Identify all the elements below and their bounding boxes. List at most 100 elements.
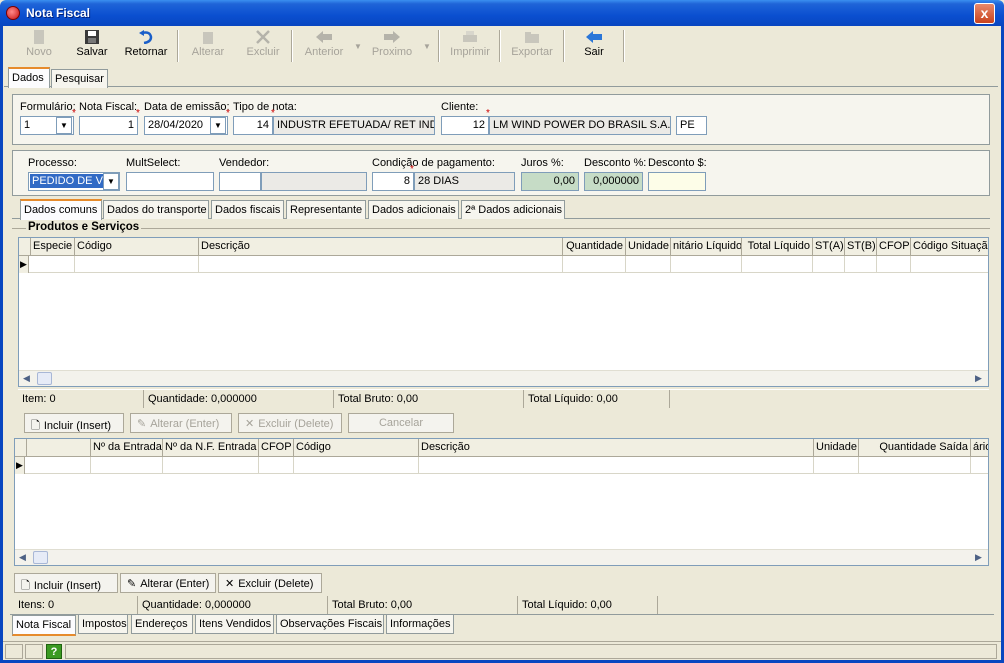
column-header-cfop[interactable]: CFOP <box>259 439 294 457</box>
cell-descricao[interactable] <box>199 256 563 273</box>
column-header-descricao[interactable]: Descrição <box>419 439 814 457</box>
entradas-itens-count: Itens: 0 <box>14 596 138 614</box>
cell-numero-nf-entrada[interactable] <box>163 457 259 474</box>
cell-total-liquido[interactable] <box>742 256 813 273</box>
column-header-descricao[interactable]: Descrição <box>199 238 563 256</box>
cell-cfop[interactable] <box>259 457 294 474</box>
help-icon[interactable]: ? <box>46 644 62 659</box>
vendedor-code-input[interactable] <box>219 172 261 191</box>
excluir-button[interactable]: Excluir <box>243 30 283 64</box>
column-header-codigo-situacao[interactable]: Código Situaçã <box>911 238 988 256</box>
column-header-unitario-liquido[interactable]: nitário Líquido <box>671 238 742 256</box>
scroll-left-icon[interactable]: ◀ <box>23 373 30 384</box>
scrollbar-thumb[interactable] <box>33 551 48 564</box>
imprimir-button[interactable]: Imprimir <box>448 30 492 64</box>
column-header-codigo[interactable]: Código <box>294 439 419 457</box>
tab-dados-comuns[interactable]: Dados comuns <box>20 199 102 220</box>
column-header-codigo[interactable]: Código <box>75 238 199 256</box>
retornar-button[interactable]: Retornar <box>122 30 170 64</box>
cell-st-b[interactable] <box>845 256 877 273</box>
tab-dados-adicionais[interactable]: Dados adicionais <box>368 200 459 219</box>
tab-dados[interactable]: Dados <box>8 67 50 88</box>
column-header-unidade[interactable]: Unidade <box>814 439 859 457</box>
produtos-horizontal-scrollbar[interactable]: ◀ ▶ <box>19 370 988 386</box>
table-row[interactable]: ▶ <box>19 256 988 273</box>
tab-dados-fiscais[interactable]: Dados fiscais <box>211 200 284 219</box>
calendar-dropdown-icon[interactable]: ▼ <box>210 117 226 134</box>
column-header-blank[interactable] <box>27 439 91 457</box>
nota-fiscal-input[interactable]: 1 <box>79 116 138 135</box>
tab-representante[interactable]: Representante <box>286 200 366 219</box>
scroll-right-icon[interactable]: ▶ <box>975 552 982 563</box>
entradas-horizontal-scrollbar[interactable]: ◀ ▶ <box>15 549 988 565</box>
proximo-button[interactable]: Proximo <box>370 30 414 64</box>
desconto-valor-input[interactable] <box>648 172 706 191</box>
desconto-pct-input[interactable]: 0,000000 <box>584 172 643 191</box>
entradas-excluir-button[interactable]: ✕ Excluir (Delete) <box>218 573 322 593</box>
condicao-code-input[interactable]: 8 <box>372 172 414 191</box>
column-header-unidade[interactable]: Unidade <box>626 238 671 256</box>
column-header-numero-nf-entrada[interactable]: Nº da N.F. Entrada <box>163 439 259 457</box>
column-header-numero-entrada[interactable]: Nº da Entrada <box>91 439 163 457</box>
cell-unitario-liquido[interactable] <box>671 256 742 273</box>
alterar-button[interactable]: Alterar <box>188 30 228 64</box>
exportar-button[interactable]: Exportar <box>508 30 556 64</box>
anterior-button[interactable]: Anterior <box>302 30 346 64</box>
tab-observacoes-fiscais[interactable]: Observações Fiscais <box>276 615 384 634</box>
tab-impostos[interactable]: Impostos <box>78 615 128 634</box>
tab-segundo-dados-adicionais[interactable]: 2ª Dados adicionais <box>461 200 565 219</box>
produtos-incluir-button[interactable]: 🗋 Incluir (Insert) <box>24 413 124 433</box>
column-header-total-liquido[interactable]: Total Líquido <box>742 238 813 256</box>
entradas-incluir-button[interactable]: 🗋 Incluir (Insert) <box>14 573 118 593</box>
entradas-alterar-button[interactable]: ✎ Alterar (Enter) <box>120 573 216 593</box>
cell-descricao[interactable] <box>419 457 814 474</box>
arrow-left-icon <box>316 31 332 43</box>
table-row[interactable]: ▶ <box>15 457 988 474</box>
sair-button[interactable]: Sair <box>574 30 614 64</box>
column-header-quantidade[interactable]: Quantidade <box>563 238 626 256</box>
juros-input[interactable]: 0,00 <box>521 172 579 191</box>
cell-cfop[interactable] <box>877 256 911 273</box>
close-button[interactable]: x <box>974 3 995 24</box>
formulario-label: Formulário: <box>20 101 76 113</box>
column-header-quantidade-saida[interactable]: Quantidade Saída <box>859 439 971 457</box>
cell-blank[interactable] <box>27 457 91 474</box>
tab-itens-vendidos[interactable]: Itens Vendidos <box>195 615 274 634</box>
column-header-valor-unitario[interactable]: ário <box>971 439 988 457</box>
scrollbar-thumb[interactable] <box>37 372 52 385</box>
cell-numero-entrada[interactable] <box>91 457 163 474</box>
cell-quantidade-saida[interactable] <box>859 457 971 474</box>
salvar-button[interactable]: Salvar <box>72 30 112 64</box>
tab-enderecos[interactable]: Endereços <box>131 615 193 634</box>
produtos-cancelar-button[interactable]: Cancelar <box>348 413 454 433</box>
cell-especie[interactable] <box>31 256 75 273</box>
cell-codigo[interactable] <box>294 457 419 474</box>
tab-pesquisar[interactable]: Pesquisar <box>51 69 108 88</box>
cliente-code-input[interactable]: 12 <box>441 116 489 135</box>
column-header-cfop[interactable]: CFOP <box>877 238 911 256</box>
cell-unidade[interactable] <box>626 256 671 273</box>
column-header-st-a[interactable]: ST(A) <box>813 238 845 256</box>
column-header-especie[interactable]: Especie <box>31 238 75 256</box>
cell-codigo[interactable] <box>75 256 199 273</box>
scroll-left-icon[interactable]: ◀ <box>19 552 26 563</box>
tipo-nota-code-input[interactable]: 14 <box>233 116 273 135</box>
tab-dados-transporte[interactable]: Dados do transporte <box>103 200 209 219</box>
multselect-input[interactable] <box>126 172 214 191</box>
proximo-dropdown-icon[interactable]: ▼ <box>423 42 431 51</box>
chevron-down-icon[interactable]: ▼ <box>103 173 119 190</box>
column-header-st-b[interactable]: ST(B) <box>845 238 877 256</box>
tab-nota-fiscal[interactable]: Nota Fiscal <box>12 615 76 636</box>
tab-informacoes[interactable]: Informações <box>386 615 454 634</box>
produtos-excluir-button[interactable]: ✕ Excluir (Delete) <box>238 413 342 433</box>
scroll-right-icon[interactable]: ▶ <box>975 373 982 384</box>
cliente-name: LM WIND POWER DO BRASIL S.A. <box>489 116 671 135</box>
cell-unidade[interactable] <box>814 457 859 474</box>
produtos-alterar-button[interactable]: ✎ Alterar (Enter) <box>130 413 232 433</box>
processo-label: Processo: <box>28 157 77 169</box>
chevron-down-icon[interactable]: ▼ <box>56 117 72 134</box>
novo-button[interactable]: Novo <box>20 30 58 64</box>
cell-st-a[interactable] <box>813 256 845 273</box>
cell-quantidade[interactable] <box>563 256 626 273</box>
anterior-dropdown-icon[interactable]: ▼ <box>354 42 362 51</box>
